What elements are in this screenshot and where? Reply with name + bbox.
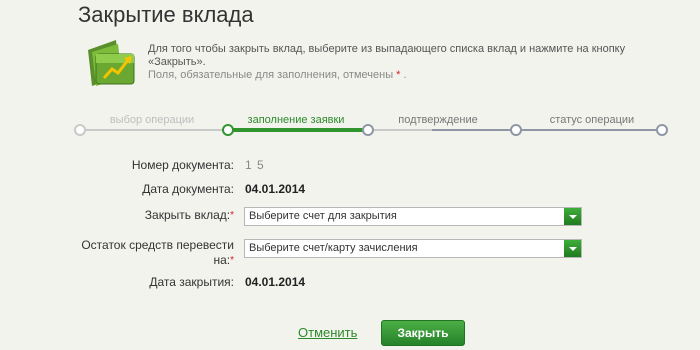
transfer-select-value: Выберите счет/карту зачисления: [249, 242, 418, 254]
chevron-down-icon[interactable]: [564, 208, 581, 225]
cancel-link[interactable]: Отменить: [298, 325, 357, 340]
close-date-value: 04.01.2014: [245, 275, 306, 289]
deposit-select-value: Выберите счет для закрытия: [249, 210, 397, 222]
deposit-select[interactable]: Выберите счет для закрытия: [244, 207, 582, 226]
info-text-block: Для того чтобы закрыть вклад, выберите и…: [148, 43, 678, 82]
required-star: *: [396, 69, 401, 81]
doc-number-value: 1 5: [245, 158, 265, 172]
required-star: *: [230, 210, 234, 221]
step-dot-fill-application: [222, 124, 234, 136]
step-dot-end: [656, 124, 668, 136]
page-title: Закрытие вклада: [78, 2, 254, 27]
transfer-account-select[interactable]: Выберите счет/карту зачисления: [244, 239, 582, 258]
chevron-down-icon[interactable]: [564, 240, 581, 257]
required-hint: Поля, обязательные для заполнения, отмеч…: [148, 69, 407, 81]
required-star: *: [230, 255, 234, 266]
step-label-select-operation: выбор операции: [109, 114, 195, 126]
step-dot-confirmation: [362, 124, 374, 136]
step-label-status: статус операции: [549, 114, 635, 126]
step-label-fill-application: заполнение заявки: [247, 114, 345, 126]
stepper-track-active: [226, 128, 366, 132]
transfer-label: Остаток средств перевести на:*: [81, 238, 234, 267]
doc-date-value: 04.01.2014: [245, 182, 306, 196]
deposit-wallet-icon: [88, 40, 135, 86]
info-instruction: Для того чтобы закрыть вклад, выберите и…: [148, 43, 626, 68]
step-dot-select-operation: [74, 124, 86, 136]
doc-number-label: Номер документа:: [131, 158, 234, 172]
progress-stepper: выбор операции заполнение заявки подтвер…: [70, 112, 670, 142]
stepper-track-pending: [432, 129, 662, 131]
close-date-label: Дата закрытия:: [149, 275, 234, 289]
doc-date-label: Дата документа:: [142, 182, 234, 196]
step-label-confirmation: подтверждение: [398, 114, 478, 126]
close-deposit-label: Закрыть вклад:*: [144, 208, 234, 222]
step-dot-status: [510, 124, 522, 136]
close-deposit-button[interactable]: Закрыть: [381, 320, 465, 346]
